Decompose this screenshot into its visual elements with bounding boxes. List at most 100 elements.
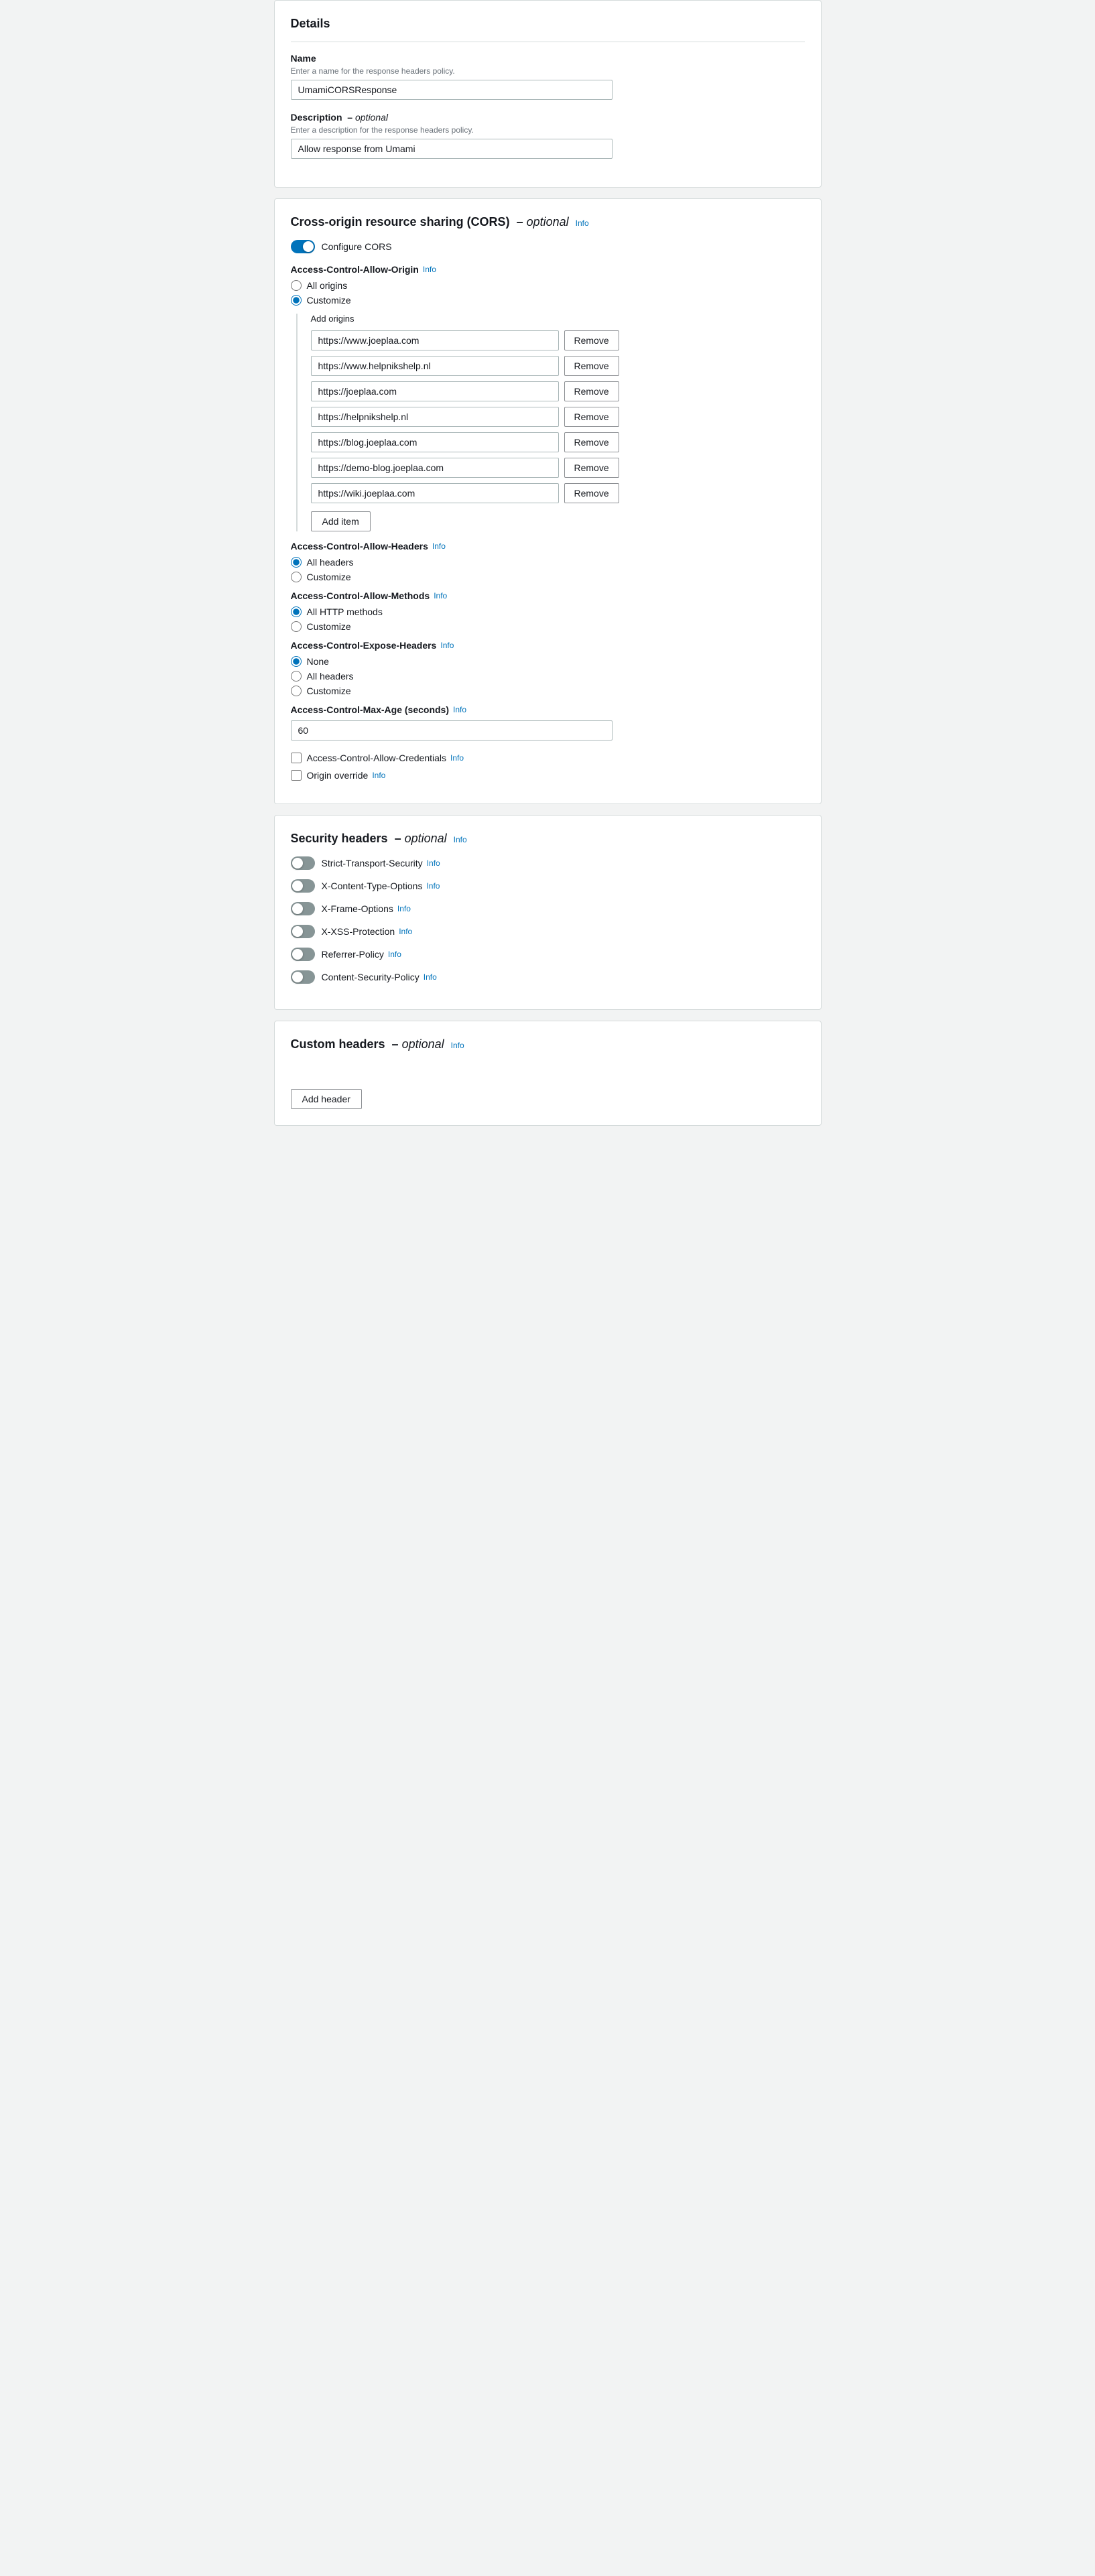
allow-origin-radio-group: All origins Customize <box>291 280 805 306</box>
referrer-policy-info-link[interactable]: Info <box>388 950 401 959</box>
allow-origin-info-link[interactable]: Info <box>423 265 436 274</box>
expose-all-radio[interactable] <box>291 671 302 682</box>
configure-cors-track <box>291 240 315 253</box>
x-frame-info-link[interactable]: Info <box>397 904 411 913</box>
x-content-type-info-link[interactable]: Info <box>426 881 440 891</box>
expose-all-radio-item: All headers <box>291 671 805 682</box>
max-age-input[interactable] <box>291 720 613 740</box>
origin-row-3: Remove <box>311 407 805 427</box>
cors-title: Cross-origin resource sharing (CORS) – o… <box>291 215 805 229</box>
description-label: Description – optional <box>291 112 805 123</box>
details-section: Details Name Enter a name for the respon… <box>274 0 822 188</box>
details-title: Details <box>291 17 805 31</box>
remove-origin-4[interactable]: Remove <box>564 432 619 452</box>
origin-input-0[interactable] <box>311 330 559 350</box>
add-origins-panel: Add origins Remove Remove Remove Remove … <box>296 314 805 531</box>
headers-customize-radio[interactable] <box>291 572 302 582</box>
x-frame-thumb <box>292 903 303 914</box>
headers-customize-radio-item: Customize <box>291 572 805 582</box>
x-xss-label: X-XSS-Protection Info <box>322 926 413 937</box>
x-frame-toggle-row: X-Frame-Options Info <box>291 902 805 915</box>
expose-headers-label: Access-Control-Expose-Headers Info <box>291 640 805 651</box>
expose-headers-info-link[interactable]: Info <box>440 641 454 650</box>
allow-credentials-checkbox[interactable] <box>291 753 302 763</box>
x-frame-track <box>291 902 315 915</box>
cors-info-link[interactable]: Info <box>576 218 589 228</box>
origin-input-1[interactable] <box>311 356 559 376</box>
x-xss-info-link[interactable]: Info <box>399 927 412 936</box>
x-frame-toggle[interactable] <box>291 902 315 915</box>
add-header-button[interactable]: Add header <box>291 1089 362 1109</box>
max-age-label: Access-Control-Max-Age (seconds) Info <box>291 704 805 715</box>
origin-row-1: Remove <box>311 356 805 376</box>
csp-thumb <box>292 972 303 982</box>
origin-all-label: All origins <box>307 280 348 291</box>
methods-all-radio[interactable] <box>291 606 302 617</box>
strict-transport-toggle-row: Strict-Transport-Security Info <box>291 856 805 870</box>
add-item-button[interactable]: Add item <box>311 511 371 531</box>
origin-input-6[interactable] <box>311 483 559 503</box>
remove-origin-2[interactable]: Remove <box>564 381 619 401</box>
remove-origin-5[interactable]: Remove <box>564 458 619 478</box>
referrer-policy-label: Referrer-Policy Info <box>322 949 401 960</box>
origin-row-0: Remove <box>311 330 805 350</box>
origin-input-5[interactable] <box>311 458 559 478</box>
add-origins-label: Add origins <box>311 314 805 324</box>
security-headers-info-link[interactable]: Info <box>454 835 467 844</box>
origin-override-item: Origin override Info <box>291 770 805 781</box>
description-input[interactable] <box>291 139 613 159</box>
methods-customize-radio[interactable] <box>291 621 302 632</box>
remove-origin-6[interactable]: Remove <box>564 483 619 503</box>
max-age-info-link[interactable]: Info <box>453 705 466 714</box>
configure-cors-label: Configure CORS <box>322 241 392 252</box>
custom-headers-empty-area <box>291 1062 805 1089</box>
strict-transport-toggle[interactable] <box>291 856 315 870</box>
origin-customize-radio-item: Customize <box>291 295 805 306</box>
remove-origin-0[interactable]: Remove <box>564 330 619 350</box>
csp-info-link[interactable]: Info <box>424 972 437 982</box>
x-content-type-track <box>291 879 315 893</box>
expose-all-label: All headers <box>307 671 354 682</box>
expose-none-radio[interactable] <box>291 656 302 667</box>
origin-override-label: Origin override Info <box>307 770 386 781</box>
configure-cors-toggle[interactable] <box>291 240 315 253</box>
description-hint: Enter a description for the response hea… <box>291 125 805 135</box>
origin-input-4[interactable] <box>311 432 559 452</box>
name-input[interactable] <box>291 80 613 100</box>
strict-transport-info-link[interactable]: Info <box>427 858 440 868</box>
expose-none-label: None <box>307 656 329 667</box>
origin-customize-label: Customize <box>307 295 351 306</box>
origin-override-info-link[interactable]: Info <box>372 771 385 780</box>
allow-methods-info-link[interactable]: Info <box>434 591 447 600</box>
custom-headers-section: Custom headers – optional Info Add heade… <box>274 1021 822 1126</box>
allow-credentials-item: Access-Control-Allow-Credentials Info <box>291 753 805 763</box>
csp-track <box>291 970 315 984</box>
remove-origin-3[interactable]: Remove <box>564 407 619 427</box>
origin-input-3[interactable] <box>311 407 559 427</box>
configure-cors-thumb <box>303 241 314 252</box>
allow-methods-radio-group: All HTTP methods Customize <box>291 606 805 632</box>
origin-input-2[interactable] <box>311 381 559 401</box>
origin-row-2: Remove <box>311 381 805 401</box>
expose-customize-radio[interactable] <box>291 686 302 696</box>
headers-all-radio[interactable] <box>291 557 302 568</box>
x-content-type-toggle[interactable] <box>291 879 315 893</box>
allow-headers-info-link[interactable]: Info <box>432 541 446 551</box>
expose-customize-label: Customize <box>307 686 351 696</box>
expose-headers-radio-group: None All headers Customize <box>291 656 805 696</box>
methods-all-label: All HTTP methods <box>307 606 383 617</box>
origin-all-radio[interactable] <box>291 280 302 291</box>
origin-override-checkbox[interactable] <box>291 770 302 781</box>
origin-customize-radio[interactable] <box>291 295 302 306</box>
cors-section: Cross-origin resource sharing (CORS) – o… <box>274 198 822 804</box>
custom-headers-info-link[interactable]: Info <box>451 1041 464 1050</box>
security-headers-section: Security headers – optional Info Strict-… <box>274 815 822 1010</box>
x-xss-toggle[interactable] <box>291 925 315 938</box>
origin-row-5: Remove <box>311 458 805 478</box>
referrer-policy-toggle-row: Referrer-Policy Info <box>291 948 805 961</box>
csp-toggle[interactable] <box>291 970 315 984</box>
referrer-policy-toggle[interactable] <box>291 948 315 961</box>
headers-all-label: All headers <box>307 557 354 568</box>
remove-origin-1[interactable]: Remove <box>564 356 619 376</box>
allow-credentials-info-link[interactable]: Info <box>450 753 464 763</box>
